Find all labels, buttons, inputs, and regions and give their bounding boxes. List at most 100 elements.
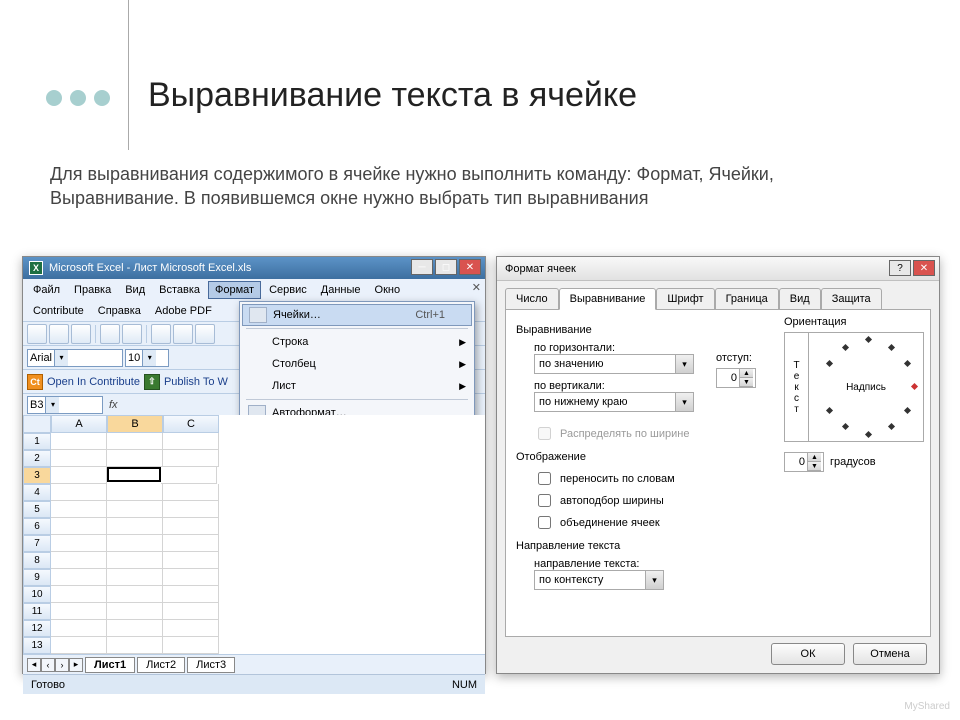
cell[interactable] (163, 518, 219, 535)
menuitem-cells[interactable]: Ячейки… Ctrl+1 (242, 304, 472, 326)
row-header[interactable]: 10 (23, 586, 51, 603)
cell[interactable] (163, 569, 219, 586)
menuitem-row[interactable]: Строка▶ (242, 331, 472, 353)
row-header[interactable]: 1 (23, 433, 51, 450)
cell[interactable] (51, 484, 107, 501)
tab-alignment[interactable]: Выравнивание (559, 288, 657, 310)
spin-down-icon[interactable]: ▼ (740, 378, 753, 387)
sheet-nav-last-icon[interactable]: ▸ (69, 658, 83, 672)
vertical-combo[interactable]: по нижнему краю▾ (534, 392, 694, 412)
cell[interactable] (51, 586, 107, 603)
ok-button[interactable]: ОК (771, 643, 845, 665)
worksheet-grid[interactable]: A B C 12345678910111213 (23, 415, 485, 654)
menu-data[interactable]: Данные (315, 282, 367, 298)
cell[interactable] (163, 535, 219, 552)
cell[interactable] (51, 552, 107, 569)
menu-insert[interactable]: Вставка (153, 282, 206, 298)
textdir-combo[interactable]: по контексту▾ (534, 570, 664, 590)
save-icon[interactable] (71, 324, 91, 344)
font-combo[interactable]: Arial▾ (27, 349, 123, 367)
tab-border[interactable]: Граница (715, 288, 779, 310)
cell[interactable] (163, 484, 219, 501)
cell[interactable] (107, 433, 163, 450)
preview-icon[interactable] (122, 324, 142, 344)
cell[interactable] (107, 569, 163, 586)
row-header[interactable]: 6 (23, 518, 51, 535)
degrees-input[interactable] (785, 456, 807, 468)
row-header[interactable]: 8 (23, 552, 51, 569)
dial-handle-icon[interactable] (911, 383, 918, 390)
row-header[interactable]: 11 (23, 603, 51, 620)
cell[interactable] (51, 467, 107, 484)
wrap-checkbox[interactable] (538, 472, 551, 485)
cell[interactable] (107, 467, 161, 482)
tab-protection[interactable]: Защита (821, 288, 882, 310)
open-in-contribute-link[interactable]: Open In Contribute (47, 376, 140, 388)
row-header[interactable]: 5 (23, 501, 51, 518)
sheet-tab-1[interactable]: Лист1 (85, 657, 135, 673)
cut-icon[interactable] (151, 324, 171, 344)
indent-spinner[interactable]: ▲▼ (716, 368, 756, 388)
row-header[interactable]: 12 (23, 620, 51, 637)
col-header-b[interactable]: B (107, 415, 163, 433)
cell[interactable] (107, 501, 163, 518)
row-header[interactable]: 4 (23, 484, 51, 501)
close-button[interactable]: ✕ (459, 259, 481, 275)
sheet-nav-first-icon[interactable]: ◂ (27, 658, 41, 672)
cell[interactable] (163, 603, 219, 620)
menu-view[interactable]: Вид (119, 282, 151, 298)
print-icon[interactable] (100, 324, 120, 344)
cell[interactable] (107, 450, 163, 467)
cell[interactable] (51, 637, 107, 654)
cell[interactable] (163, 501, 219, 518)
cell[interactable] (107, 552, 163, 569)
horizontal-combo[interactable]: по значению▾ (534, 354, 694, 374)
cell[interactable] (107, 586, 163, 603)
help-button[interactable]: ? (889, 260, 911, 276)
sheet-tab-2[interactable]: Лист2 (137, 657, 185, 673)
row-header[interactable]: 7 (23, 535, 51, 552)
menu-edit[interactable]: Правка (68, 282, 117, 298)
menu-format[interactable]: Формат (208, 281, 261, 299)
row-header[interactable]: 9 (23, 569, 51, 586)
menu-tools[interactable]: Сервис (263, 282, 313, 298)
sheet-tab-3[interactable]: Лист3 (187, 657, 235, 673)
spin-up-icon[interactable]: ▲ (740, 369, 753, 378)
cell[interactable] (107, 637, 163, 654)
cell[interactable] (51, 501, 107, 518)
tab-number[interactable]: Число (505, 288, 559, 310)
cell[interactable] (51, 450, 107, 467)
spin-down-icon[interactable]: ▼ (808, 462, 821, 471)
maximize-button[interactable]: ◻ (435, 259, 457, 275)
shrink-checkbox[interactable] (538, 494, 551, 507)
cell[interactable] (107, 518, 163, 535)
cell[interactable] (51, 535, 107, 552)
cell[interactable] (163, 586, 219, 603)
select-all-corner[interactable] (23, 415, 51, 433)
tab-font[interactable]: Шрифт (656, 288, 714, 310)
minimize-button[interactable]: ─ (411, 259, 433, 275)
menu-window[interactable]: Окно (369, 282, 407, 298)
row-header[interactable]: 3 (23, 467, 51, 484)
degrees-spinner[interactable]: ▲▼ (784, 452, 824, 472)
workbook-close-icon[interactable]: ✕ (472, 281, 481, 294)
vertical-text-button[interactable]: Текст (785, 333, 809, 441)
copy-icon[interactable] (173, 324, 193, 344)
menu-adobepdf[interactable]: Adobe PDF (149, 303, 218, 319)
col-header-a[interactable]: A (51, 415, 107, 433)
cell[interactable] (161, 467, 217, 484)
dialog-close-button[interactable]: ✕ (913, 260, 935, 276)
menu-help[interactable]: Справка (92, 303, 147, 319)
menuitem-sheet[interactable]: Лист▶ (242, 375, 472, 397)
sheet-nav-prev-icon[interactable]: ‹ (41, 658, 55, 672)
cell[interactable] (163, 433, 219, 450)
cell[interactable] (107, 535, 163, 552)
fx-label[interactable]: fx (109, 399, 118, 411)
cell[interactable] (107, 484, 163, 501)
namebox[interactable]: B3▾ (27, 396, 103, 414)
paste-icon[interactable] (195, 324, 215, 344)
indent-input[interactable] (717, 372, 739, 384)
tab-view[interactable]: Вид (779, 288, 821, 310)
fontsize-combo[interactable]: 10▾ (125, 349, 169, 367)
cell[interactable] (163, 620, 219, 637)
